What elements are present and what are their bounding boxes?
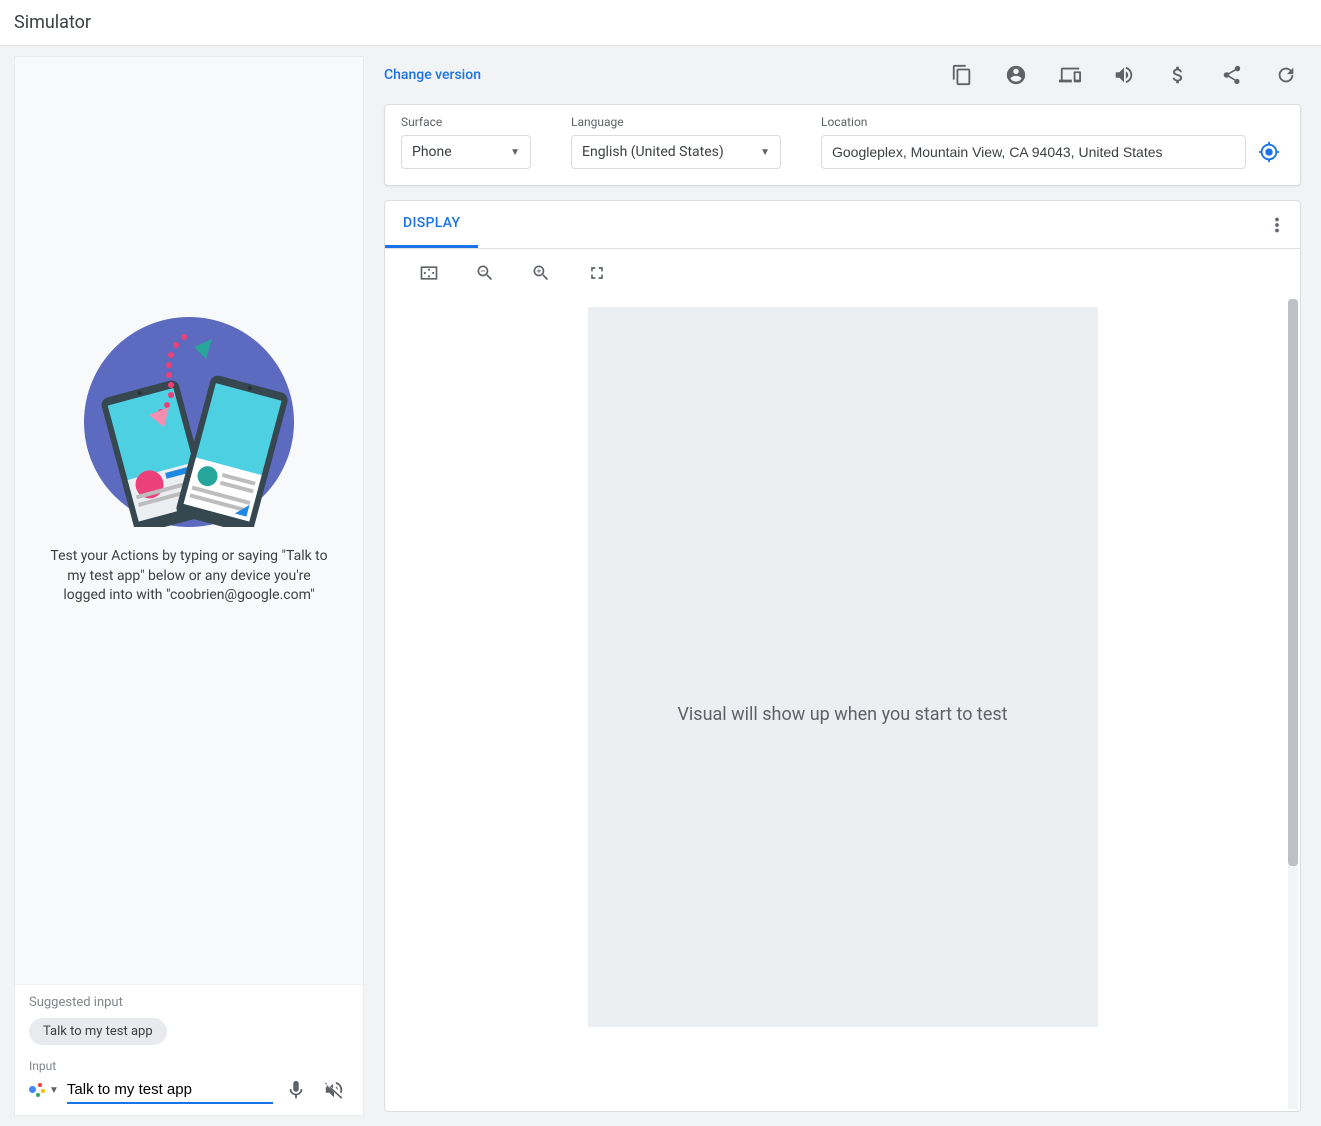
voice-off-icon	[323, 1079, 345, 1101]
voice-disabled-button[interactable]	[319, 1075, 349, 1105]
share-icon	[1221, 64, 1243, 86]
suggested-input-label: Suggested input	[29, 995, 349, 1010]
scrollbar[interactable]	[1288, 299, 1298, 1109]
top-icons	[947, 60, 1301, 90]
my-location-icon	[1258, 141, 1280, 163]
copy-icon	[951, 64, 973, 86]
display-placeholder-text: Visual will show up when you start to te…	[385, 704, 1300, 725]
input-section: Input ▼	[15, 1053, 363, 1115]
query-input[interactable]	[67, 1077, 273, 1104]
chevron-down-icon: ▼	[49, 1085, 59, 1096]
payments-button[interactable]	[1163, 60, 1193, 90]
display-card: DISPLAY Visual will show up when you sta…	[384, 200, 1301, 1112]
fullscreen-button[interactable]	[583, 259, 611, 287]
input-mode-selector[interactable]: ▼	[29, 1083, 59, 1097]
intro-text: Test your Actions by typing or saying "T…	[15, 547, 363, 606]
tabs-row: DISPLAY	[385, 201, 1300, 249]
more-vert-icon	[1266, 214, 1288, 236]
location-label: Location	[821, 115, 1284, 129]
intro-illustration	[84, 317, 294, 527]
devices-icon	[1059, 64, 1081, 86]
account-button[interactable]	[1001, 60, 1031, 90]
conversation-panel: Test your Actions by typing or saying "T…	[14, 56, 364, 1116]
surface-setting: Surface Phone ▼	[401, 115, 531, 169]
language-label: Language	[571, 115, 781, 129]
account-icon	[1005, 64, 1027, 86]
surface-value: Phone	[412, 144, 452, 160]
location-input[interactable]	[821, 135, 1246, 169]
tab-display[interactable]: DISPLAY	[385, 201, 478, 248]
dollar-icon	[1167, 64, 1189, 86]
devices-button[interactable]	[1055, 60, 1085, 90]
refresh-button[interactable]	[1271, 60, 1301, 90]
display-toolbar	[385, 249, 1300, 297]
display-body: Visual will show up when you start to te…	[385, 297, 1300, 1111]
fit-screen-button[interactable]	[415, 259, 443, 287]
fullscreen-icon	[587, 263, 607, 283]
suggested-input-section: Suggested input Talk to my test app	[15, 984, 363, 1053]
audio-button[interactable]	[1109, 60, 1139, 90]
zoom-out-button[interactable]	[471, 259, 499, 287]
copy-button[interactable]	[947, 60, 977, 90]
volume-icon	[1113, 64, 1135, 86]
share-button[interactable]	[1217, 60, 1247, 90]
language-setting: Language English (United States) ▼	[571, 115, 781, 169]
change-version-link[interactable]: Change version	[384, 67, 481, 83]
refresh-icon	[1275, 64, 1297, 86]
zoom-in-button[interactable]	[527, 259, 555, 287]
chevron-down-icon: ▼	[510, 147, 520, 158]
conversation-area: Test your Actions by typing or saying "T…	[15, 57, 363, 984]
more-options-button[interactable]	[1262, 210, 1292, 240]
input-label: Input	[29, 1059, 349, 1073]
location-setting: Location	[821, 115, 1284, 169]
microphone-icon	[285, 1079, 307, 1101]
assistant-logo-icon	[29, 1083, 47, 1097]
suggestion-chip[interactable]: Talk to my test app	[29, 1018, 167, 1045]
language-value: English (United States)	[582, 144, 724, 160]
page-title: Simulator	[0, 0, 1321, 46]
locate-me-button[interactable]	[1254, 137, 1284, 167]
surface-select[interactable]: Phone ▼	[401, 135, 531, 169]
device-preview	[588, 307, 1098, 1027]
zoom-out-icon	[475, 263, 495, 283]
chevron-down-icon: ▼	[760, 147, 770, 158]
settings-card: Surface Phone ▼ Language English (United…	[384, 104, 1301, 186]
language-select[interactable]: English (United States) ▼	[571, 135, 781, 169]
main-container: Test your Actions by typing or saying "T…	[0, 46, 1321, 1126]
fit-screen-icon	[419, 263, 439, 283]
top-row: Change version	[384, 60, 1301, 90]
surface-label: Surface	[401, 115, 531, 129]
right-panel: Change version Surface Phone ▼ Langua	[364, 46, 1321, 1126]
zoom-in-icon	[531, 263, 551, 283]
microphone-button[interactable]	[281, 1075, 311, 1105]
